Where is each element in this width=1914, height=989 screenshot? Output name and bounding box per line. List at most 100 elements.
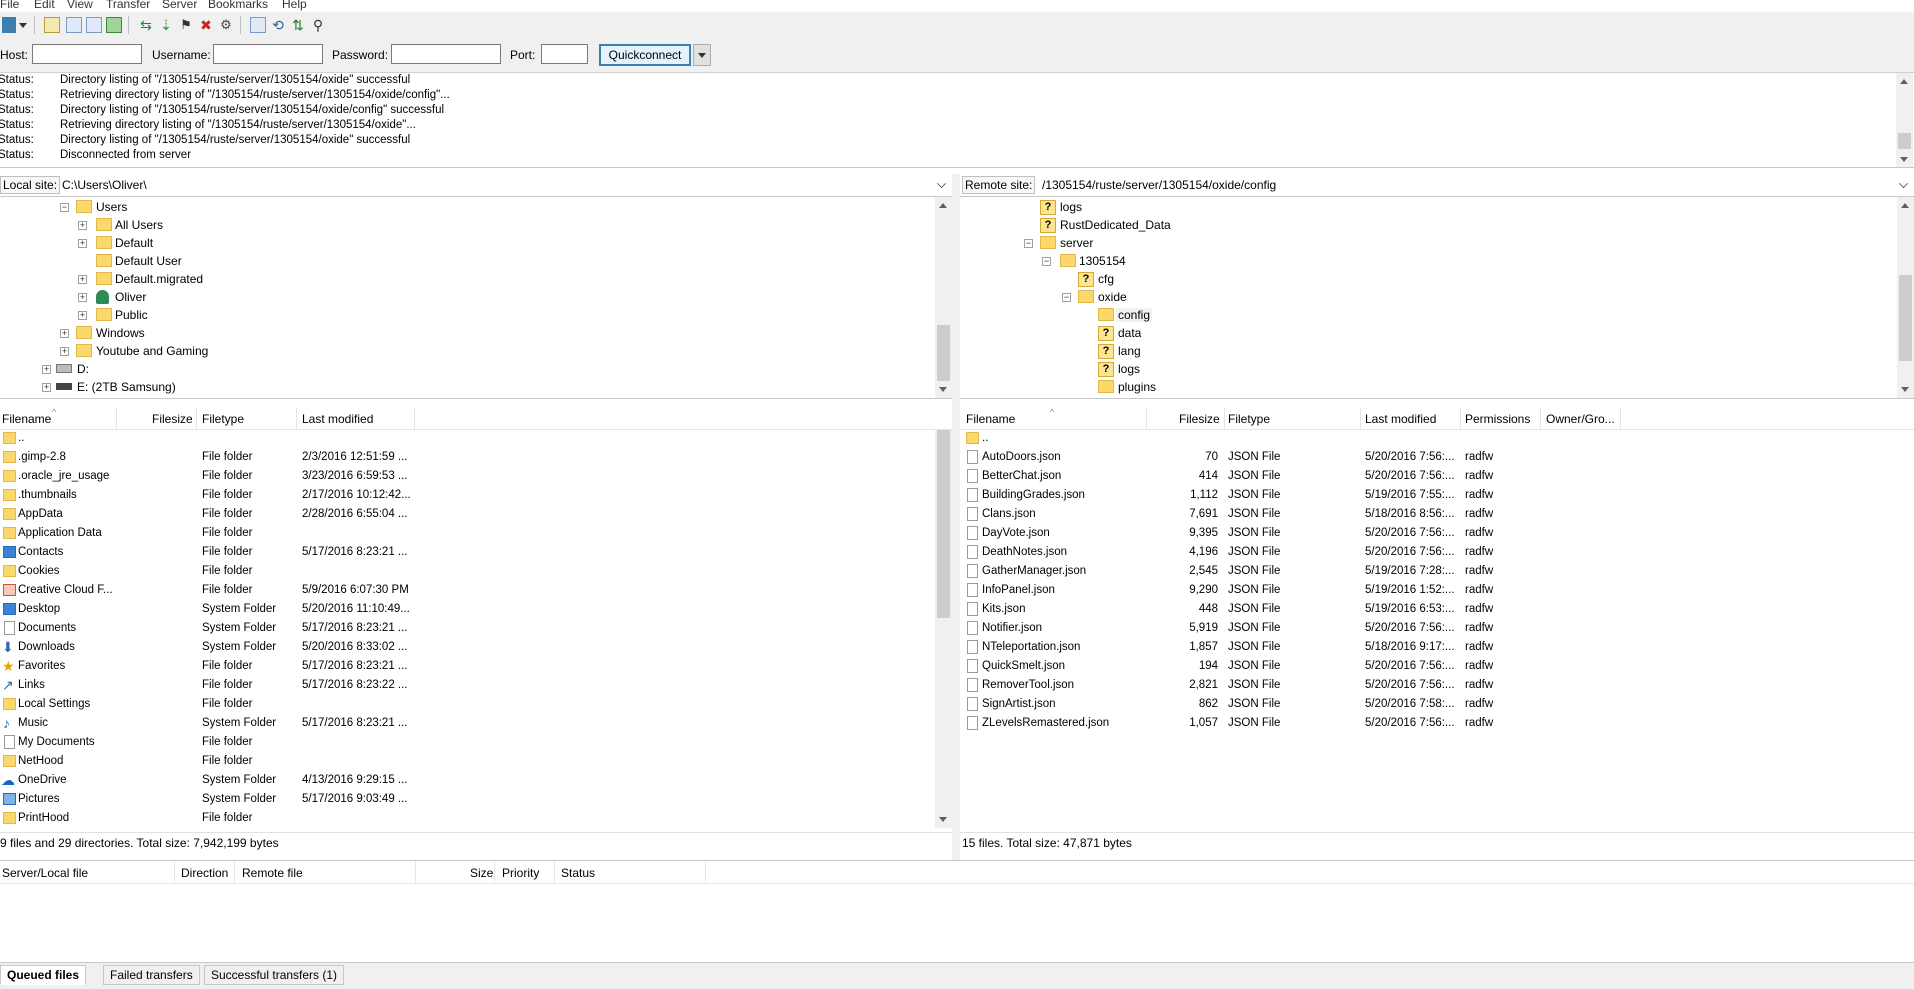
local-path-dropdown-icon[interactable] (937, 179, 946, 188)
tree-node-users[interactable]: − Users (0, 199, 930, 217)
list-item[interactable]: AutoDoors.json 70 JSON File 5/20/2016 7:56:… (960, 449, 1914, 468)
tree-node-logs[interactable]: ? logs (960, 199, 1890, 217)
list-item[interactable]: GatherManager.json 2,545 JSON File 5/19/201… (960, 563, 1914, 582)
list-item[interactable]: BetterChat.json 414 JSON File 5/20/2016 7:5… (960, 468, 1914, 487)
list-item[interactable]: AppData File folder 2/28/2016 6:55:04 ... (0, 506, 952, 525)
list-item[interactable]: ZLevelsRemastered.json 1,057 JSON File 5/20… (960, 715, 1914, 734)
list-item[interactable]: ↗ Links File folder 5/17/2016 8:23:22 ... (0, 677, 952, 696)
local-tree-scrollbar[interactable] (935, 197, 952, 398)
tree-node-server[interactable]: − server (960, 235, 1890, 253)
tree-node-oxide[interactable]: − oxide (960, 289, 1890, 307)
column-filesize[interactable]: Filesize (152, 412, 193, 426)
remote-path-dropdown-icon[interactable] (1899, 179, 1908, 188)
toggle-message-log-icon[interactable] (44, 17, 60, 33)
tree-node-windows[interactable]: + Windows (0, 325, 930, 343)
list-item[interactable]: Local Settings File folder (0, 696, 952, 715)
menu-help[interactable]: Help (282, 0, 307, 11)
list-item[interactable]: .. (960, 430, 1914, 449)
column-remote-file[interactable]: Remote file (242, 866, 303, 880)
toggle-queue-icon[interactable] (106, 17, 122, 33)
list-item[interactable]: Creative Cloud F... File folder 5/9/2016 6… (0, 582, 952, 601)
remote-tree-scrollbar[interactable] (1897, 197, 1914, 398)
compare-directories-icon[interactable]: ⇅ (290, 17, 306, 33)
column-size[interactable]: Size (470, 866, 493, 880)
password-input[interactable] (391, 44, 501, 64)
reconnect-icon[interactable]: ⚙ (218, 17, 234, 33)
quickconnect-history-dropdown[interactable] (693, 44, 711, 66)
list-item[interactable]: Documents System Folder 5/17/2016 8:23:21 … (0, 620, 952, 639)
toggle-remote-tree-icon[interactable] (86, 17, 102, 33)
list-item[interactable]: ⬇ Downloads System Folder 5/20/2016 8:33:02… (0, 639, 952, 658)
column-owner-group[interactable]: Owner/Gro... (1546, 412, 1615, 426)
tree-node-rustdedicated-data[interactable]: ? RustDedicated_Data (960, 217, 1890, 235)
list-item[interactable]: Desktop System Folder 5/20/2016 11:10:49..… (0, 601, 952, 620)
tree-node-logs-2[interactable]: ? logs (960, 361, 1890, 379)
tree-node-youtube-and-gaming[interactable]: + Youtube and Gaming (0, 343, 930, 361)
toggle-local-tree-icon[interactable] (66, 17, 82, 33)
tab-successful-transfers[interactable]: Successful transfers (1) (204, 965, 345, 985)
column-filetype[interactable]: Filetype (202, 412, 244, 426)
list-item[interactable]: NetHood File folder (0, 753, 952, 772)
list-item[interactable]: RemoverTool.json 2,821 JSON File 5/20/2016 … (960, 677, 1914, 696)
menu-transfer[interactable]: Transfer (106, 0, 150, 11)
menu-server[interactable]: Server (162, 0, 197, 11)
list-item[interactable]: InfoPanel.json 9,290 JSON File 5/19/2016 1:… (960, 582, 1914, 601)
list-item[interactable]: Kits.json 448 JSON File 5/19/2016 6:53:... r… (960, 601, 1914, 620)
port-input[interactable] (541, 44, 588, 64)
column-direction[interactable]: Direction (181, 866, 228, 880)
list-item[interactable]: Clans.json 7,691 JSON File 5/18/2016 8:56:.… (960, 506, 1914, 525)
log-scrollbar[interactable] (1896, 73, 1913, 167)
tree-node-config[interactable]: config (960, 307, 1890, 325)
directory-filter-icon[interactable] (250, 17, 266, 33)
list-item[interactable]: .thumbnails File folder 2/17/2016 10:12:42… (0, 487, 952, 506)
tree-node-default-user[interactable]: Default User (0, 253, 930, 271)
list-item[interactable]: SignArtist.json 862 JSON File 5/20/2016 7:5… (960, 696, 1914, 715)
list-item[interactable]: PrintHood File folder (0, 810, 952, 828)
menu-view[interactable]: View (67, 0, 93, 11)
list-item[interactable]: QuickSmelt.json 194 JSON File 5/20/2016 7:5… (960, 658, 1914, 677)
tree-node-default[interactable]: + Default (0, 235, 930, 253)
column-filetype[interactable]: Filetype (1228, 412, 1270, 426)
pane-splitter[interactable] (952, 174, 960, 860)
column-filesize[interactable]: Filesize (1179, 412, 1220, 426)
tree-node-drive-d[interactable]: + D: (0, 361, 930, 379)
local-path-input[interactable]: C:\Users\Oliver\ (62, 178, 147, 192)
list-item[interactable]: Cookies File folder (0, 563, 952, 582)
list-item[interactable]: Notifier.json 5,919 JSON File 5/20/2016 7:5… (960, 620, 1914, 639)
tree-node-default-migrated[interactable]: + Default.migrated (0, 271, 930, 289)
cancel-operation-icon[interactable]: ⚑ (178, 17, 194, 33)
menu-edit[interactable]: Edit (34, 0, 55, 11)
refresh-icon[interactable]: ⇆ (138, 17, 154, 33)
list-item[interactable]: .. (0, 430, 952, 449)
tree-node-lang[interactable]: ? lang (960, 343, 1890, 361)
disconnect-icon[interactable]: ✖ (198, 17, 214, 33)
tree-node-public[interactable]: + Public (0, 307, 930, 325)
list-item[interactable]: NTeleportation.json 1,857 JSON File 5/18/20… (960, 639, 1914, 658)
search-icon[interactable]: ⚲ (310, 17, 326, 33)
list-item[interactable]: DeathNotes.json 4,196 JSON File 5/20/2016 7… (960, 544, 1914, 563)
tree-node-oliver[interactable]: + Oliver (0, 289, 930, 307)
process-queue-icon[interactable]: ⇣ (158, 17, 174, 33)
tree-node-all-users[interactable]: + All Users (0, 217, 930, 235)
column-permissions[interactable]: Permissions (1465, 412, 1530, 426)
list-item[interactable]: My Documents File folder (0, 734, 952, 753)
tree-node-data[interactable]: ? data (960, 325, 1890, 343)
site-manager-dropdown-icon[interactable] (18, 17, 28, 33)
list-item[interactable]: Contacts File folder 5/17/2016 8:23:21 ... (0, 544, 952, 563)
remote-path-input[interactable]: /1305154/ruste/server/1305154/oxide/conf… (1042, 178, 1276, 192)
tree-node-plugins[interactable]: plugins (960, 379, 1890, 397)
tree-node-1305154[interactable]: − 1305154 (960, 253, 1890, 271)
local-file-list-scrollbar[interactable] (935, 430, 952, 828)
quickconnect-button[interactable]: Quickconnect (599, 44, 691, 66)
column-priority[interactable]: Priority (502, 866, 539, 880)
menu-file[interactable]: File (0, 0, 19, 11)
sync-browsing-icon[interactable]: ⟲ (270, 17, 286, 33)
column-filename[interactable]: Filename (2, 412, 51, 426)
list-item[interactable]: Application Data File folder (0, 525, 952, 544)
list-item[interactable]: Pictures System Folder 5/17/2016 9:03:49 .… (0, 791, 952, 810)
column-last-modified[interactable]: Last modified (302, 412, 373, 426)
tab-queued-files[interactable]: Queued files (0, 965, 87, 985)
column-server-local-file[interactable]: Server/Local file (2, 866, 88, 880)
tab-failed-transfers[interactable]: Failed transfers (103, 965, 200, 985)
tree-node-cfg[interactable]: ? cfg (960, 271, 1890, 289)
